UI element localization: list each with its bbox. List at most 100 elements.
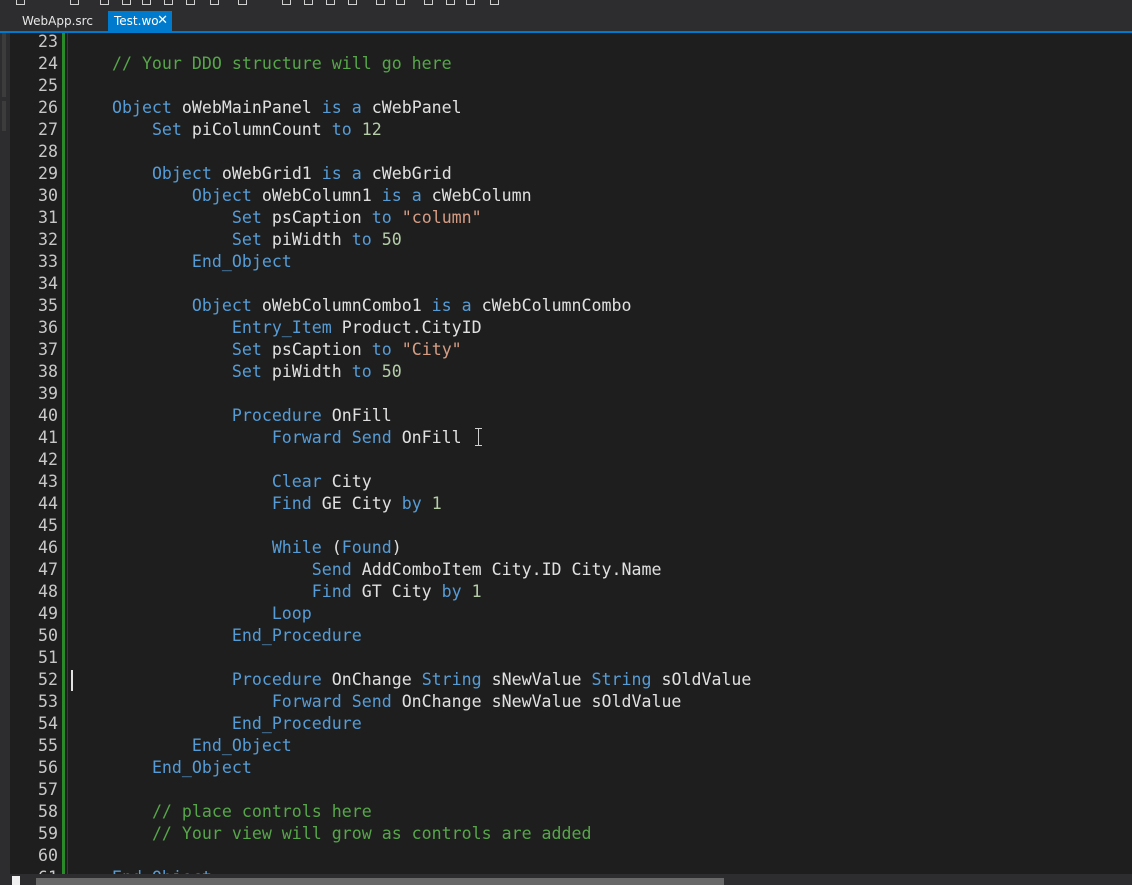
line-number: 51 bbox=[38, 648, 58, 667]
close-icon[interactable]: ✕ bbox=[157, 11, 168, 31]
code-token: ) bbox=[391, 538, 402, 557]
code-line[interactable]: 60 bbox=[0, 845, 1132, 867]
code-token: Product.CityID bbox=[331, 318, 482, 337]
line-text: Set psCaption to "column" bbox=[72, 207, 482, 229]
line-text: // place controls here bbox=[72, 801, 372, 823]
code-line[interactable]: 29 Object oWebGrid1 is a cWebGrid bbox=[0, 163, 1132, 185]
compile-icon[interactable] bbox=[424, 0, 433, 5]
code-line[interactable]: 41 Forward Send OnFill bbox=[0, 427, 1132, 449]
code-line[interactable]: 28 bbox=[0, 141, 1132, 163]
code-token: cWebGrid bbox=[361, 164, 452, 183]
code-line[interactable]: 36 Entry_Item Product.CityID bbox=[0, 317, 1132, 339]
line-number: 49 bbox=[38, 604, 58, 623]
run-icon[interactable] bbox=[446, 0, 455, 5]
code-line[interactable]: 58 // place controls here bbox=[0, 801, 1132, 823]
tab-test-wo[interactable]: Test.wo ✕ bbox=[108, 11, 172, 31]
code-line[interactable]: 44 Find GE City by 1 bbox=[0, 493, 1132, 515]
undo-icon[interactable] bbox=[210, 0, 219, 5]
scrollbar-corner bbox=[12, 876, 20, 885]
code-line[interactable]: 55 End_Object bbox=[0, 735, 1132, 757]
code-token: String bbox=[591, 670, 652, 689]
code-line[interactable]: 48 Find GT City by 1 bbox=[0, 581, 1132, 603]
code-line[interactable]: 49 Loop bbox=[0, 603, 1132, 625]
code-line[interactable]: 52 Procedure OnChange String sNewValue S… bbox=[0, 669, 1132, 691]
scrollbar-thumb[interactable] bbox=[36, 878, 724, 885]
code-token: is a bbox=[321, 164, 362, 183]
copy-icon[interactable] bbox=[164, 0, 173, 5]
code-line[interactable]: 25 bbox=[0, 75, 1132, 97]
save-icon[interactable] bbox=[100, 0, 109, 5]
new-file-icon[interactable] bbox=[16, 0, 25, 5]
line-text: Procedure OnFill bbox=[72, 405, 392, 427]
code-line[interactable]: 54 End_Procedure bbox=[0, 713, 1132, 735]
line-number: 40 bbox=[38, 406, 58, 425]
open-file-icon[interactable] bbox=[70, 0, 79, 5]
code-line[interactable]: 34 bbox=[0, 273, 1132, 295]
code-line[interactable]: 23 bbox=[0, 31, 1132, 53]
code-line[interactable]: 31 Set psCaption to "column" bbox=[0, 207, 1132, 229]
code-token: GE City bbox=[311, 494, 402, 513]
debug-icon[interactable] bbox=[466, 0, 475, 5]
code-line[interactable]: 26 Object oWebMainPanel is a cWebPanel bbox=[0, 97, 1132, 119]
code-line[interactable]: 39 bbox=[0, 383, 1132, 405]
code-token: cWebColumnCombo bbox=[471, 296, 632, 315]
code-line[interactable]: 38 Set piWidth to 50 bbox=[0, 361, 1132, 383]
code-token: 1 bbox=[471, 582, 482, 601]
code-line[interactable]: 24 // Your DDO structure will go here bbox=[0, 53, 1132, 75]
find-icon[interactable] bbox=[282, 0, 291, 5]
line-number: 29 bbox=[38, 164, 58, 183]
code-token: Entry_Item bbox=[231, 318, 332, 337]
grid-icon[interactable] bbox=[396, 0, 405, 5]
code-line[interactable]: 27 Set piColumnCount to 12 bbox=[0, 119, 1132, 141]
code-line[interactable]: 57 bbox=[0, 779, 1132, 801]
code-token: "column" bbox=[401, 208, 482, 227]
navigate-icon[interactable] bbox=[376, 0, 385, 5]
line-text: Object oWebMainPanel is a cWebPanel bbox=[72, 97, 462, 119]
code-line[interactable]: 30 Object oWebColumn1 is a cWebColumn bbox=[0, 185, 1132, 207]
code-line[interactable]: 51 bbox=[0, 647, 1132, 669]
code-line[interactable]: 42 bbox=[0, 449, 1132, 471]
code-line[interactable]: 61 End_Object bbox=[0, 867, 1132, 874]
code-line[interactable]: 56 End_Object bbox=[0, 757, 1132, 779]
line-text: Set piColumnCount to 12 bbox=[72, 119, 382, 141]
code-line[interactable]: 50 End_Procedure bbox=[0, 625, 1132, 647]
line-text: End_Object bbox=[72, 735, 292, 757]
line-text: Object oWebColumnCombo1 is a cWebColumnC… bbox=[72, 295, 632, 317]
code-line[interactable]: 45 bbox=[0, 515, 1132, 537]
code-line[interactable]: 47 Send AddComboItem City.ID City.Name bbox=[0, 559, 1132, 581]
code-editor[interactable]: 23 24 // Your DDO structure will go here 2… bbox=[0, 31, 1132, 874]
replace-icon[interactable] bbox=[304, 0, 313, 5]
code-line[interactable]: 37 Set psCaption to "City" bbox=[0, 339, 1132, 361]
bookmark-icon[interactable] bbox=[326, 0, 335, 5]
comment-icon[interactable] bbox=[348, 0, 357, 5]
horizontal-scrollbar[interactable] bbox=[0, 874, 1132, 885]
cut-icon[interactable] bbox=[142, 0, 151, 5]
code-line[interactable]: 53 Forward Send OnChange sNewValue sOldV… bbox=[0, 691, 1132, 713]
code-token: 50 bbox=[381, 230, 402, 249]
code-line[interactable]: 43 Clear City bbox=[0, 471, 1132, 493]
code-line[interactable]: 35 Object oWebColumnCombo1 is a cWebColu… bbox=[0, 295, 1132, 317]
save-all-icon[interactable] bbox=[122, 0, 131, 5]
code-token: // place controls here bbox=[151, 802, 372, 821]
code-line[interactable]: 32 Set piWidth to 50 bbox=[0, 229, 1132, 251]
line-number: 27 bbox=[38, 120, 58, 139]
code-line[interactable]: 59 // Your view will grow as controls ar… bbox=[0, 823, 1132, 845]
paste-icon[interactable] bbox=[186, 0, 195, 5]
code-line[interactable]: 40 Procedure OnFill bbox=[0, 405, 1132, 427]
tab-webapp-src[interactable]: WebApp.src bbox=[16, 11, 108, 31]
line-number: 26 bbox=[38, 98, 58, 117]
code-line[interactable]: 33 End_Object bbox=[0, 251, 1132, 273]
redo-icon[interactable] bbox=[238, 0, 247, 5]
code-token: OnFill bbox=[391, 428, 462, 447]
code-token: 50 bbox=[381, 362, 402, 381]
tools-icon[interactable] bbox=[490, 0, 499, 5]
code-line[interactable]: 46 While (Found) bbox=[0, 537, 1132, 559]
